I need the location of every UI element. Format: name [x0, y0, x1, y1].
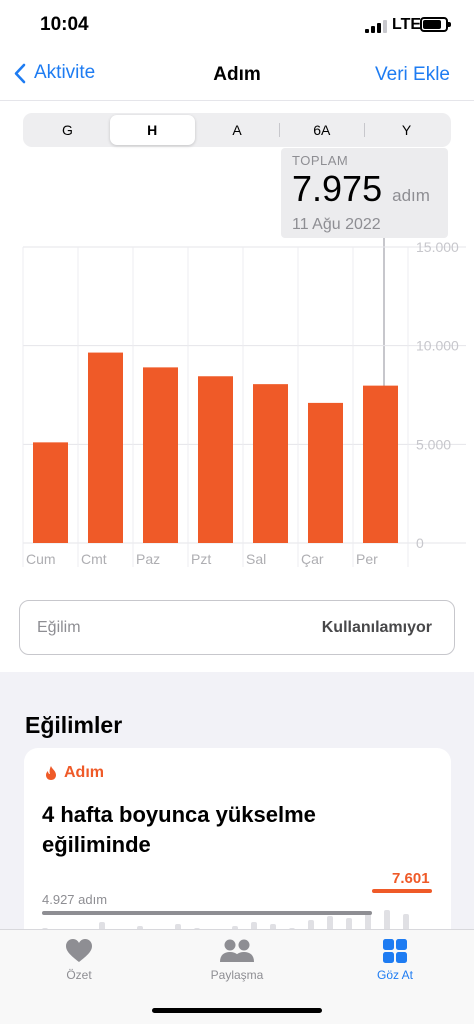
tab-summary[interactable]: Özet: [19, 938, 139, 982]
tab-summary-label: Özet: [66, 968, 92, 982]
tab-browse[interactable]: Göz At: [335, 938, 455, 982]
y-tick-label: 0: [416, 535, 424, 551]
tab-sharing-label: Paylaşma: [210, 968, 264, 982]
steps-bar-chart[interactable]: 0 5.000 10.000 15.000 Cum Cmt Paz Pzt Sal Çar Per: [0, 240, 474, 580]
segment-day[interactable]: G: [25, 115, 110, 145]
tooltip-date: 11 Ağu 2022: [292, 216, 381, 233]
x-tick-label: Cum: [26, 551, 56, 567]
tooltip-value-row: 7.975 adım: [292, 170, 448, 215]
bar-per[interactable]: [363, 385, 398, 543]
trend-card-max-line: [372, 889, 432, 893]
x-tick-label: Cmt: [81, 551, 107, 567]
selection-tooltip: TOPLAM 7.975 adım 11 Ağu 2022: [281, 148, 448, 238]
cellular-signal-icon: [365, 19, 387, 33]
trend-label: Eğilim: [37, 618, 81, 636]
trend-card-min-label: 4.927 adım: [42, 892, 108, 907]
people-icon: [220, 939, 254, 962]
tab-browse-label: Göz At: [376, 968, 414, 982]
trend-card-min-line: [42, 911, 372, 915]
x-tick-label: Paz: [136, 551, 160, 567]
trend-card-max-label: 7.601: [392, 870, 430, 887]
segment-week[interactable]: H: [109, 115, 195, 145]
tooltip-value: 7.975: [292, 168, 383, 209]
bar-sal[interactable]: [253, 384, 288, 543]
tooltip-unit: adım: [392, 186, 430, 205]
segment-year[interactable]: Y: [364, 115, 449, 145]
bar-pzt[interactable]: [198, 376, 233, 543]
bar-cum[interactable]: [33, 442, 68, 543]
trend-card-text: 4 hafta boyunca yükselme eğiliminde: [42, 802, 316, 857]
y-tick-label: 15.000: [416, 240, 459, 255]
battery-icon: [420, 17, 451, 32]
y-tick-label: 5.000: [416, 436, 451, 452]
home-indicator: [152, 1008, 322, 1013]
trend-card-header: Adım: [44, 764, 104, 782]
tab-sharing[interactable]: Paylaşma: [177, 938, 297, 982]
x-tick-label: Pzt: [191, 551, 211, 567]
trend-value: Kullanılamıyor: [321, 618, 432, 636]
heart-icon: [66, 939, 92, 962]
grid-icon: [383, 939, 407, 963]
flame-icon: [46, 766, 56, 780]
status-time: 10:04: [40, 14, 89, 35]
x-tick-label: Sal: [246, 551, 266, 567]
x-tick-label: Per: [356, 551, 378, 567]
y-tick-label: 10.000: [416, 338, 459, 354]
trend-row[interactable]: Eğilim Kullanılamıyor: [19, 600, 455, 655]
add-data-button[interactable]: Veri Ekle: [375, 64, 450, 86]
period-segmented-control: G H A 6A Y: [23, 113, 451, 147]
bar-çar[interactable]: [308, 402, 343, 543]
trends-section-title: Eğilimler: [25, 712, 123, 738]
tooltip-label: TOPLAM: [292, 153, 349, 168]
bar-paz[interactable]: [143, 367, 178, 543]
network-type: LTE: [392, 16, 422, 33]
nav-divider: [0, 100, 474, 101]
segment-six-months[interactable]: 6A: [279, 115, 364, 145]
x-tick-label: Çar: [301, 551, 324, 567]
trend-card-metric: Adım: [64, 764, 104, 781]
segment-month[interactable]: A: [195, 115, 280, 145]
bar-cmt[interactable]: [88, 352, 123, 543]
trend-card[interactable]: Adım 4 hafta boyunca yükselme eğiliminde…: [24, 748, 451, 948]
